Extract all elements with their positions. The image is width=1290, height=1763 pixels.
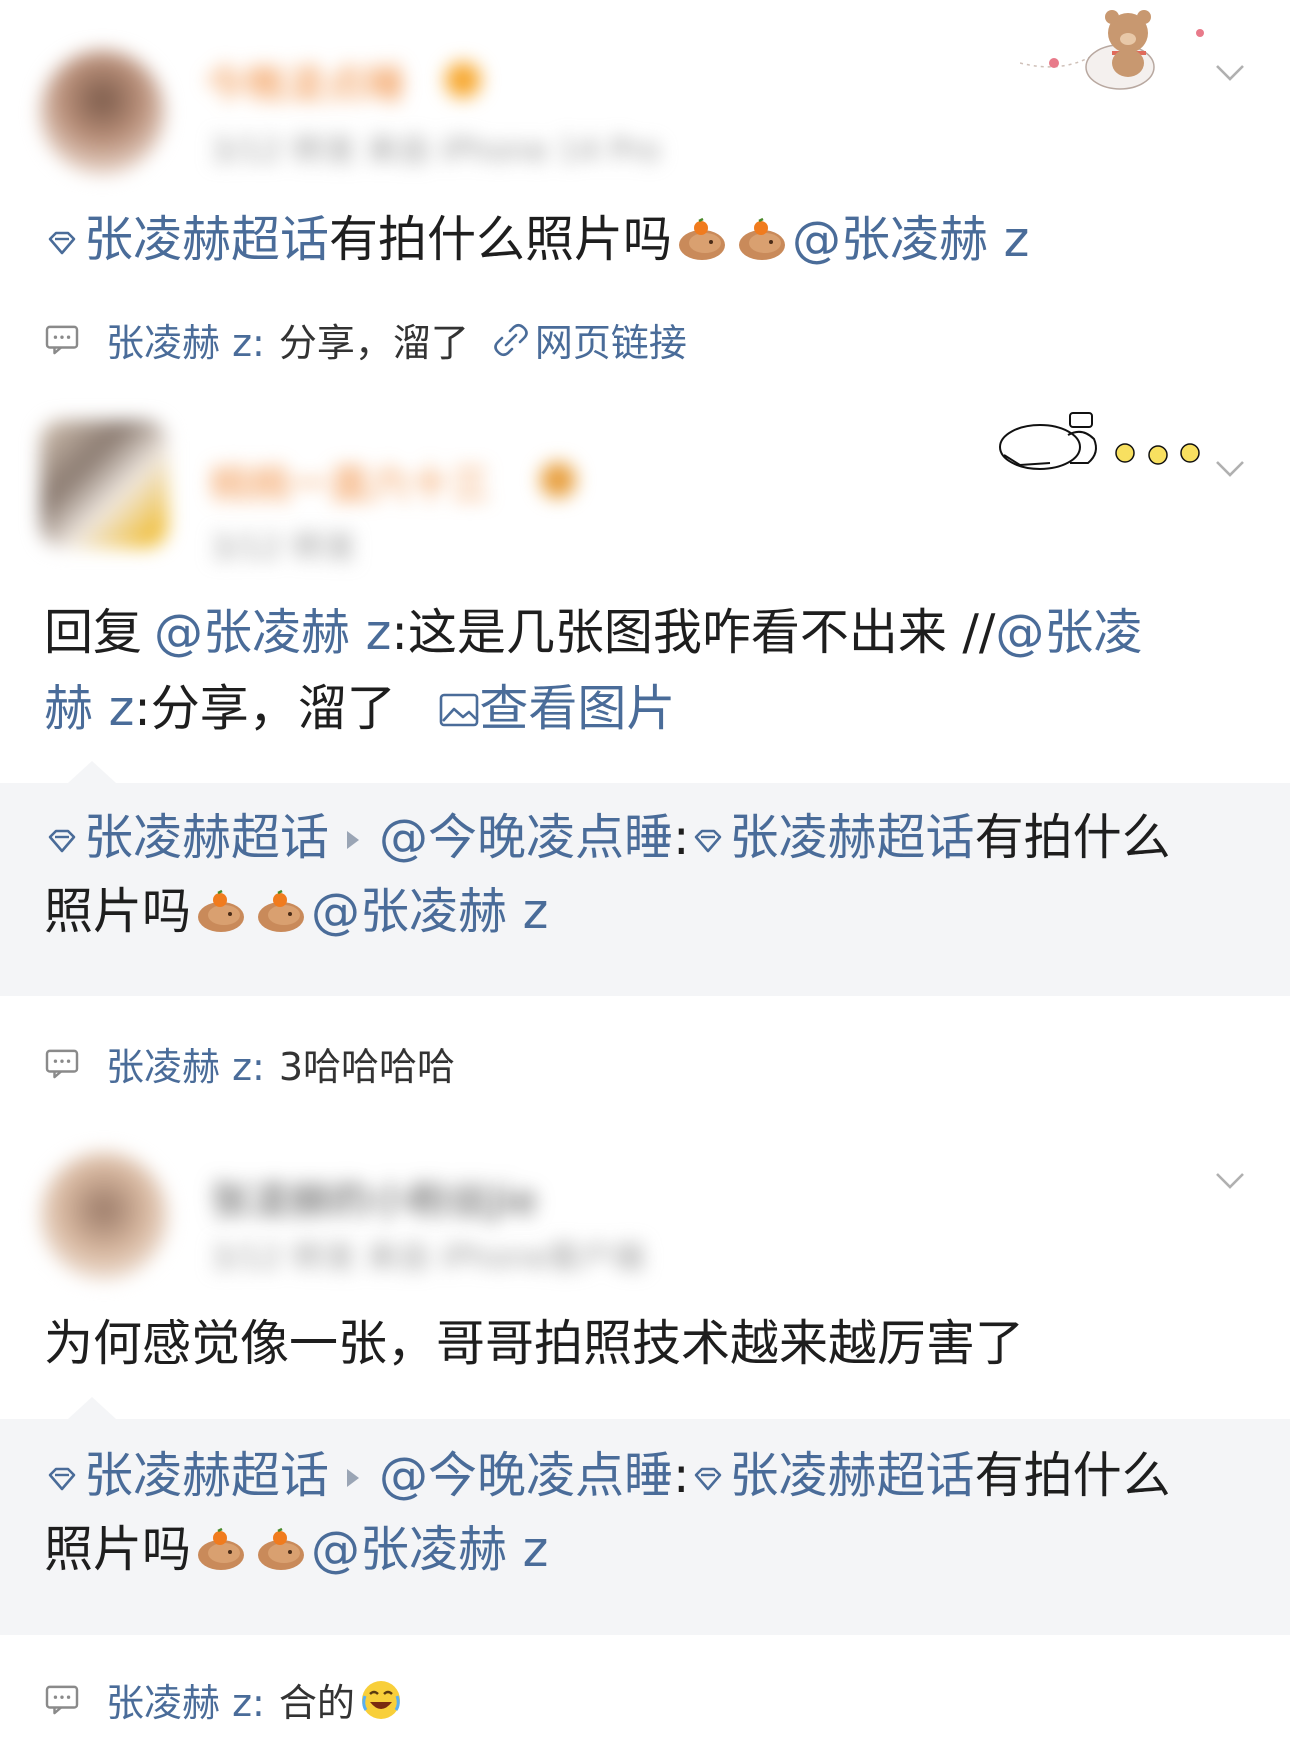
quote-line-2: 照片吗 @张凌赫 z	[44, 1521, 549, 1578]
capybara-emoji	[677, 217, 727, 262]
capybara-emoji	[737, 217, 787, 262]
chevron-down-icon[interactable]	[1215, 64, 1245, 86]
arrow-icon	[347, 831, 360, 849]
topic-link[interactable]: 张凌赫超话	[44, 809, 329, 866]
quote-line-1: 张凌赫超话 @今晚凌点睡: 张凌赫超话有拍什么	[44, 801, 1171, 875]
verified-badge-icon	[445, 62, 481, 98]
mention-link[interactable]: @张凌赫 z	[154, 604, 391, 661]
comment-preview[interactable]: 张凌赫 z: 合的	[44, 1672, 403, 1727]
topic-link[interactable]: 张凌赫超话	[44, 211, 329, 268]
avatar[interactable]	[40, 420, 168, 548]
diamond-icon	[694, 829, 721, 853]
view-image-link[interactable]: 查看图片	[439, 680, 675, 737]
mention-link[interactable]: @张凌赫 z	[792, 211, 1029, 268]
comment-text: 3哈哈哈哈	[278, 1045, 456, 1089]
bear-sticker	[1019, 5, 1210, 95]
username[interactable]: 桃桃一直六十三	[210, 452, 490, 510]
mention-link[interactable]: @今晚凌点睡	[379, 809, 673, 866]
verified-badge-icon	[540, 462, 576, 498]
diamond-icon	[48, 1467, 76, 1491]
quote-pointer	[68, 761, 116, 783]
topic-link[interactable]: 张凌赫超话	[690, 809, 975, 866]
topic-link[interactable]: 张凌赫超话	[690, 1447, 975, 1504]
quote-line-1: 张凌赫超话 @今晚凌点睡: 张凌赫超话有拍什么	[44, 1439, 1171, 1513]
bunny-sticker	[990, 405, 1205, 475]
diamond-icon	[48, 231, 76, 255]
post-meta: 3/12 转发	[210, 528, 357, 566]
comment-icon	[45, 1049, 79, 1078]
diamond-icon	[694, 1467, 721, 1491]
capybara-emoji	[196, 1527, 246, 1572]
comment-preview[interactable]: 张凌赫 z: 3哈哈哈哈	[44, 1036, 455, 1091]
post-meta: 3/12 转发 来自 iPhone客户端	[210, 1238, 645, 1276]
comment-text: 分享，溜了	[278, 321, 469, 365]
quote-pointer	[68, 1397, 116, 1419]
capybara-emoji	[256, 889, 306, 934]
username[interactable]: 今晚凌点睡	[205, 52, 405, 110]
quoted-post[interactable]: 张凌赫超话 @今晚凌点睡: 张凌赫超话有拍什么 照片吗 @张凌赫 z	[0, 1397, 1290, 1635]
image-icon	[440, 693, 479, 727]
mention-link[interactable]: @今晚凌点睡	[379, 1447, 673, 1504]
reply-line-1: 回复 @张凌赫 z:这是几张图我咋看不出来 //@张凌	[44, 604, 1143, 661]
quoted-post[interactable]: 张凌赫超话 @今晚凌点睡: 张凌赫超话有拍什么 照片吗 @张凌赫 z	[0, 761, 1290, 996]
diamond-icon	[48, 829, 76, 853]
capybara-emoji	[256, 1527, 306, 1572]
arrow-icon	[347, 1469, 360, 1487]
comment-preview[interactable]: 张凌赫 z: 分享，溜了 网页链接	[44, 312, 687, 367]
capybara-emoji	[196, 889, 246, 934]
username[interactable]: 张凌赫的小粉丝Jie	[210, 1168, 538, 1226]
mention-link[interactable]: @张凌赫 z	[311, 1521, 548, 1578]
reply-line-2: 赫 z:分享，溜了 查看图片	[44, 680, 676, 737]
web-link[interactable]: 网页链接	[493, 312, 687, 367]
comment-icon	[45, 1685, 79, 1714]
avatar[interactable]	[40, 1152, 168, 1280]
chevron-down-icon[interactable]	[1215, 460, 1245, 482]
chevron-down-icon[interactable]	[1215, 1172, 1245, 1194]
mention-link[interactable]: 赫 z	[44, 680, 134, 737]
avatar[interactable]	[40, 50, 165, 175]
comment-text: 合的	[278, 1681, 355, 1725]
comment-icon	[45, 325, 79, 354]
mention-link[interactable]: @张凌	[995, 604, 1142, 661]
comment-author[interactable]: 张凌赫 z:	[106, 1036, 265, 1091]
comment-author[interactable]: 张凌赫 z:	[106, 312, 265, 367]
quote-line-2: 照片吗 @张凌赫 z	[44, 883, 549, 940]
topic-link[interactable]: 张凌赫超话	[44, 1447, 329, 1504]
laughing-emoji	[361, 1680, 400, 1719]
post-content: 为何感觉像一张，哥哥拍照技术越来越厉害了	[44, 1315, 1025, 1372]
post-meta: 3/12 转发 来自 iPhone 14 Pro	[210, 131, 661, 169]
post-content: 张凌赫超话有拍什么照片吗 @张凌赫 z	[44, 203, 1029, 277]
comment-author[interactable]: 张凌赫 z:	[106, 1672, 265, 1727]
mention-link[interactable]: @张凌赫 z	[311, 883, 548, 940]
link-icon	[494, 323, 528, 356]
